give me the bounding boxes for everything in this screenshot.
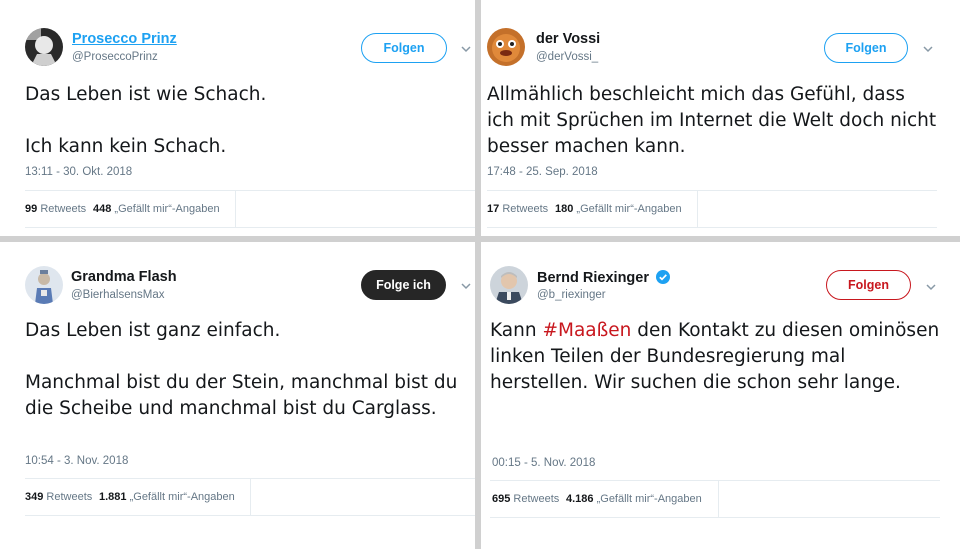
tweet-text: Kann #Maaßen den Kontakt zu diesen ominö… (490, 320, 940, 393)
stats-separator (250, 479, 251, 515)
tweet-card: der Vossi @derVossi_ Folgen Allmählich b… (481, 0, 960, 236)
chevron-down-icon[interactable] (925, 281, 937, 293)
chevron-down-icon[interactable] (460, 43, 472, 55)
avatar[interactable] (487, 28, 525, 66)
stats-separator (235, 191, 236, 227)
tweet-timestamp[interactable]: 00:15 - 5. Nov. 2018 (492, 457, 595, 469)
retweet-count[interactable]: 99 Retweets (25, 203, 86, 215)
tweet-text: Allmählich beschleicht mich das Gefühl, … (487, 84, 937, 157)
display-name[interactable]: der Vossi (536, 31, 600, 47)
follow-button[interactable]: Folgen (361, 33, 447, 63)
retweet-count[interactable]: 349 Retweets (25, 491, 92, 503)
chevron-down-icon[interactable] (922, 43, 934, 55)
tweet-card: Grandma Flash @BierhalsensMax Folge ich … (0, 242, 475, 549)
retweet-count[interactable]: 17 Retweets (487, 203, 548, 215)
tweet-card: Bernd Riexinger @b_riexinger Folgen Kann… (481, 242, 960, 549)
tweet-stats: 349 Retweets 1.881 „Gefällt mir“-Angaben (25, 478, 475, 516)
avatar[interactable] (25, 28, 63, 66)
display-name[interactable]: Prosecco Prinz (72, 31, 177, 47)
tweet-text: Das Leben ist ganz einfach. Manchmal bis… (25, 320, 458, 419)
verified-badge-icon (656, 270, 671, 284)
display-name-row: Bernd Riexinger (537, 269, 671, 287)
like-count[interactable]: 180 „Gefällt mir“-Angaben (555, 203, 682, 215)
tweet-stats: 99 Retweets 448 „Gefällt mir“-Angaben (25, 190, 475, 228)
tweet-stats: 695 Retweets 4.186 „Gefällt mir“-Angaben (490, 480, 940, 518)
retweet-count[interactable]: 695 Retweets (492, 493, 559, 505)
tweet-card: Prosecco Prinz @ProseccoPrinz Folgen Das… (0, 0, 475, 236)
follow-button[interactable]: Folgen (826, 270, 911, 300)
following-button[interactable]: Folge ich (361, 270, 446, 300)
user-handle[interactable]: @ProseccoPrinz (72, 51, 158, 63)
display-name[interactable]: Bernd Riexinger (537, 270, 649, 286)
avatar[interactable] (25, 266, 63, 304)
user-handle[interactable]: @BierhalsensMax (71, 289, 165, 301)
like-count[interactable]: 4.186 „Gefällt mir“-Angaben (566, 493, 702, 505)
like-count[interactable]: 1.881 „Gefällt mir“-Angaben (99, 491, 235, 503)
like-count[interactable]: 448 „Gefällt mir“-Angaben (93, 203, 220, 215)
stats-separator (697, 191, 698, 227)
tweet-text: Das Leben ist wie Schach. Ich kann kein … (25, 84, 267, 157)
tweet-stats: 17 Retweets 180 „Gefällt mir“-Angaben (487, 190, 937, 228)
user-handle[interactable]: @b_riexinger (537, 289, 606, 301)
tweet-timestamp[interactable]: 13:11 - 30. Okt. 2018 (25, 166, 132, 178)
stats-separator (718, 481, 719, 517)
tweet-timestamp[interactable]: 17:48 - 25. Sep. 2018 (487, 166, 598, 178)
chevron-down-icon[interactable] (460, 280, 472, 292)
avatar[interactable] (490, 266, 528, 304)
user-handle[interactable]: @derVossi_ (536, 51, 598, 63)
tweet-timestamp[interactable]: 10:54 - 3. Nov. 2018 (25, 455, 128, 467)
hashtag-link[interactable]: #Maaßen (542, 320, 631, 341)
follow-button[interactable]: Folgen (824, 33, 908, 63)
display-name[interactable]: Grandma Flash (71, 269, 177, 285)
